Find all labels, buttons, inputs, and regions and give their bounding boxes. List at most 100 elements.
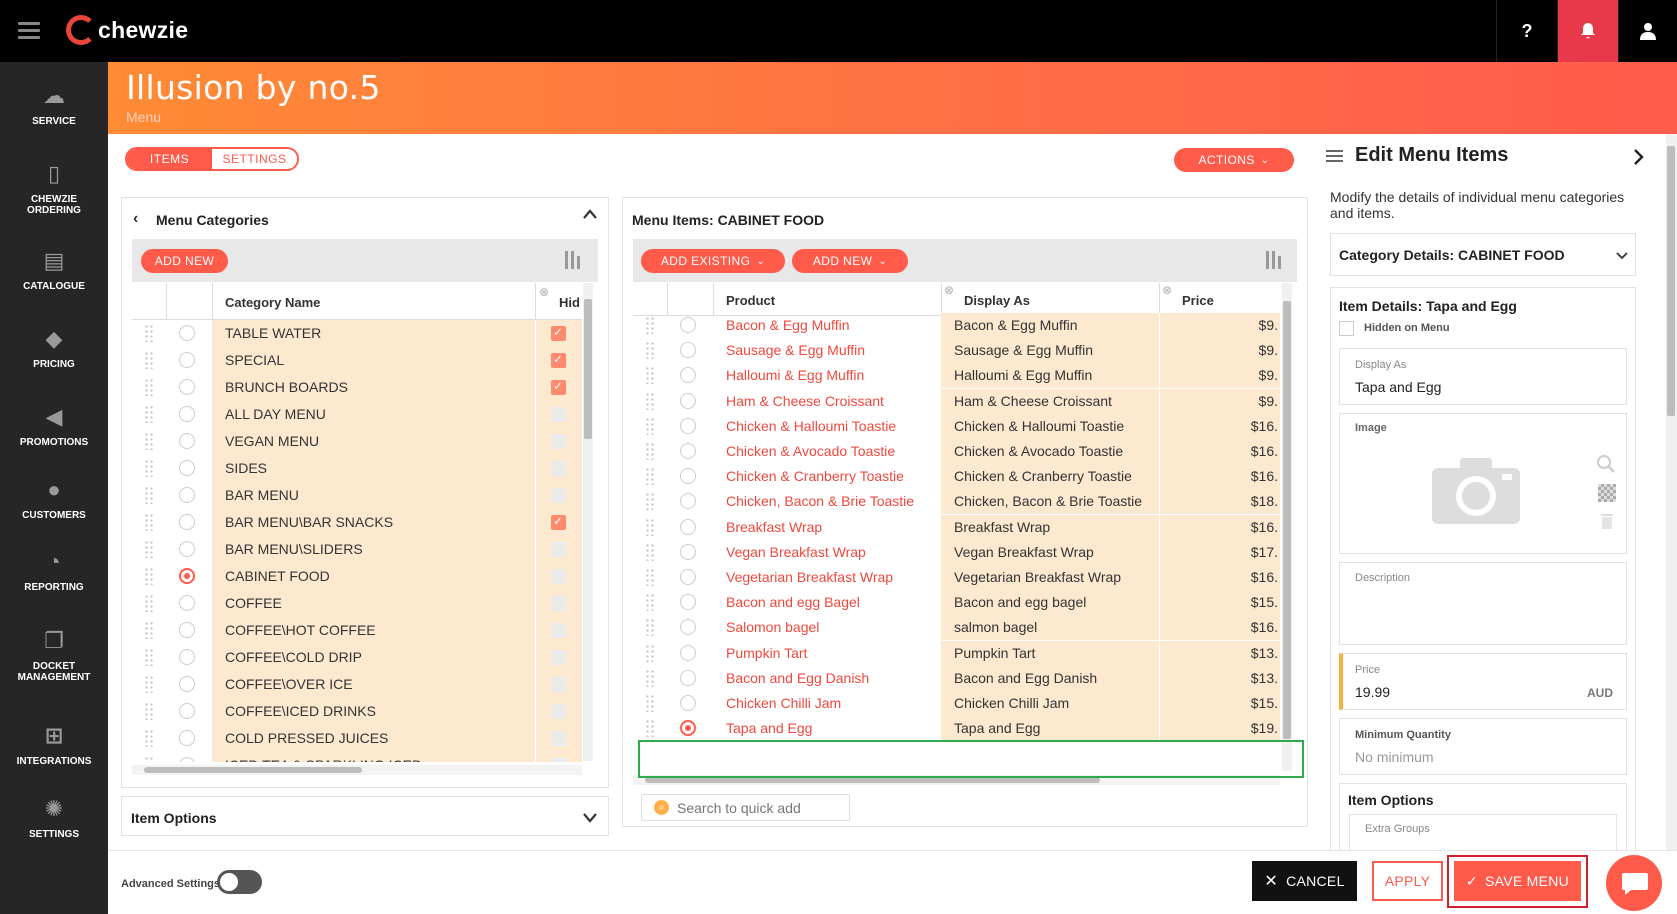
hidden-checkbox[interactable] (551, 731, 566, 746)
clear-filter-icon[interactable]: ⊗ (539, 285, 549, 299)
notifications-bell-icon[interactable] (1557, 0, 1618, 62)
row-select-radio[interactable] (680, 619, 696, 636)
col-display-as[interactable]: Display As (964, 293, 1030, 308)
category-details-accordion[interactable]: Category Details: CABINET FOOD (1330, 233, 1636, 276)
row-select-radio[interactable] (680, 695, 696, 711)
product-link[interactable]: Tapa and Egg (713, 716, 941, 741)
drag-handle-icon[interactable] (645, 593, 655, 612)
product-link[interactable]: Breakfast Wrap (713, 515, 941, 540)
hidden-checkbox[interactable] (551, 488, 566, 503)
category-row[interactable]: CABINET FOOD (132, 563, 582, 590)
menu-item-row[interactable]: Chicken Chilli Jam Chicken Chilli Jam $15. (633, 691, 1280, 716)
hidden-checkbox[interactable] (551, 515, 566, 530)
product-link[interactable]: Sausage & Egg Muffin (713, 338, 941, 363)
drag-handle-icon[interactable] (144, 432, 154, 450)
drag-handle-icon[interactable] (144, 594, 154, 612)
menu-item-row[interactable]: Chicken & Cranberry Toastie Chicken & Cra… (633, 464, 1280, 490)
cancel-button[interactable]: ✕ CANCEL (1252, 861, 1357, 901)
drag-handle-icon[interactable] (645, 542, 655, 561)
collapse-chevron-up-icon[interactable] (582, 207, 598, 225)
row-select-radio[interactable] (179, 676, 195, 692)
quick-add-search-input[interactable] (677, 798, 842, 818)
sidebar-item-promotions[interactable]: ◀ PROMOTIONS (0, 403, 108, 448)
column-chooser-icon[interactable] (1265, 250, 1283, 270)
row-select-radio[interactable] (179, 622, 195, 638)
drag-handle-icon[interactable] (645, 568, 655, 586)
hidden-checkbox[interactable] (551, 461, 566, 476)
save-menu-button[interactable]: ✓ SAVE MENU (1454, 861, 1581, 901)
app-logo[interactable]: chewzie (66, 10, 188, 50)
menu-item-row[interactable]: Halloumi & Egg Muffin Halloumi & Egg Muff… (633, 363, 1280, 389)
menu-item-row[interactable]: Bacon & Egg Muffin Bacon & Egg Muffin $9. (633, 313, 1280, 338)
page-vertical-scrollbar[interactable] (1666, 134, 1677, 850)
panel-menu-icon[interactable] (1326, 149, 1343, 163)
row-select-radio[interactable] (680, 720, 696, 737)
hidden-checkbox[interactable] (551, 353, 566, 368)
add-existing-button[interactable]: ADD EXISTING ⌄ (641, 249, 785, 273)
minimum-quantity-field[interactable]: Minimum Quantity No minimum (1339, 718, 1627, 775)
drag-handle-icon[interactable] (144, 648, 154, 666)
product-link[interactable]: Salomon bagel (713, 615, 941, 640)
row-select-radio[interactable] (179, 595, 195, 611)
sidebar-item-pricing[interactable]: ◆ PRICING (0, 325, 108, 370)
hidden-checkbox[interactable] (551, 623, 566, 638)
row-select-radio[interactable] (680, 493, 696, 510)
collapse-panel-chevron-right-icon[interactable] (1632, 148, 1644, 169)
product-link[interactable]: Bacon & Egg Muffin (713, 313, 941, 338)
add-new-category-button[interactable]: ADD NEW (141, 249, 228, 273)
product-link[interactable]: Ham & Cheese Croissant (713, 389, 941, 414)
hidden-checkbox[interactable] (551, 326, 566, 341)
col-price[interactable]: Price (1182, 293, 1214, 308)
drag-handle-icon[interactable] (645, 416, 655, 435)
row-select-radio[interactable] (179, 514, 195, 530)
hidden-checkbox[interactable] (551, 650, 566, 665)
product-link[interactable]: Chicken & Halloumi Toastie (713, 414, 941, 439)
drag-handle-icon[interactable] (645, 668, 655, 687)
category-row[interactable]: VEGAN MENU (132, 428, 582, 455)
row-select-radio[interactable] (179, 433, 195, 449)
drag-handle-icon[interactable] (144, 756, 154, 762)
category-row[interactable]: BRUNCH BOARDS (132, 374, 582, 401)
row-select-radio[interactable] (680, 543, 696, 560)
row-select-radio[interactable] (680, 342, 696, 359)
actions-dropdown-button[interactable]: ACTIONS ⌄ (1174, 148, 1294, 172)
row-select-radio[interactable] (179, 757, 195, 762)
hidden-checkbox[interactable] (551, 434, 566, 449)
help-button[interactable]: ? (1496, 0, 1557, 62)
product-link[interactable]: Chicken Chilli Jam (713, 691, 941, 716)
menu-item-row[interactable]: Bacon and egg Bagel Bacon and egg bagel $1… (633, 590, 1280, 616)
drag-handle-icon[interactable] (144, 729, 154, 747)
category-row[interactable]: BAR MENU\SLIDERS (132, 536, 582, 563)
row-select-radio[interactable] (179, 325, 195, 341)
add-new-item-button[interactable]: ADD NEW ⌄ (792, 249, 908, 273)
menu-item-row[interactable]: Chicken & Halloumi Toastie Chicken & Hall… (633, 413, 1280, 439)
description-field[interactable]: Description (1339, 562, 1627, 645)
sidebar-item-docket[interactable]: ❐ DOCKET MANAGEMENT (0, 627, 108, 683)
drag-handle-icon[interactable] (144, 621, 154, 639)
expand-chevron-down-icon[interactable] (582, 812, 598, 827)
drag-handle-icon[interactable] (144, 513, 154, 531)
display-as-field[interactable]: Display As Tapa and Egg (1339, 348, 1627, 405)
category-row[interactable]: BAR MENU\BAR SNACKS (132, 509, 582, 536)
delete-trash-icon[interactable] (1600, 512, 1614, 533)
row-select-radio[interactable] (680, 518, 696, 535)
menu-item-row[interactable]: Chicken & Avocado Toastie Chicken & Avoca… (633, 439, 1280, 464)
quick-add-search-box[interactable]: ⌕ (641, 794, 850, 821)
category-row[interactable]: SIDES (132, 455, 582, 482)
row-select-radio[interactable] (179, 703, 195, 719)
col-hidden[interactable]: Hid (559, 295, 580, 310)
categories-vertical-scrollbar[interactable] (583, 283, 593, 761)
drag-handle-icon[interactable] (645, 517, 655, 536)
menu-item-row[interactable]: Tapa and Egg Tapa and Egg $19. (633, 716, 1280, 742)
sidebar-item-reporting[interactable]: ◔ REPORTING (0, 548, 108, 593)
price-value[interactable]: 19.99 (1355, 684, 1390, 700)
back-chevron-icon[interactable]: ‹ (133, 210, 138, 228)
row-select-radio[interactable] (179, 541, 195, 557)
drag-handle-icon[interactable] (144, 702, 154, 720)
hidden-checkbox[interactable] (551, 596, 566, 611)
drag-handle-icon[interactable] (645, 492, 655, 511)
drag-handle-icon[interactable] (144, 459, 154, 477)
menu-item-row[interactable]: Sausage & Egg Muffin Sausage & Egg Muffin… (633, 338, 1280, 364)
product-link[interactable]: Pumpkin Tart (713, 641, 941, 666)
image-search-icon[interactable] (1596, 454, 1616, 477)
